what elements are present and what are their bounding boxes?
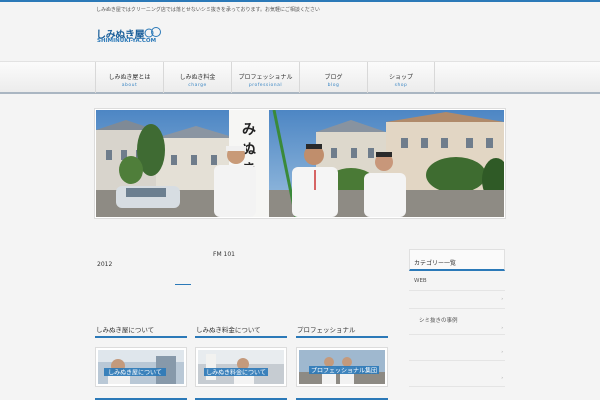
site-tagline: しみぬき屋ではクリーニング店では落とせないシミ抜きを承っております。お気軽にご相… — [96, 7, 320, 13]
nav-label: しみぬき料金 — [179, 74, 216, 81]
nav-label: しみぬき屋とは — [108, 74, 151, 81]
nav-item-about[interactable]: しみぬき屋とは about — [95, 62, 163, 93]
sidebar-item-web[interactable]: WEB — [409, 271, 505, 291]
sidebar-item[interactable]: › — [409, 361, 505, 387]
chevron-right-icon: › — [501, 325, 503, 330]
site-logo[interactable]: しみぬき屋 SHIMINUKI-YA.COM — [96, 26, 166, 48]
card-image[interactable]: プロフェッショナル集団 — [296, 347, 388, 387]
nav-item-charge[interactable]: しみぬき料金 charge — [163, 62, 231, 93]
nav-sublabel: about — [121, 83, 138, 88]
card-photo: しみぬき屋について — [98, 350, 184, 384]
site-header: しみぬき屋ではクリーニング店では落とせないシミ抜きを承っております。お気軽にご相… — [0, 2, 600, 62]
link-underline[interactable] — [175, 284, 191, 285]
card-image[interactable]: しみぬき料金について — [195, 347, 287, 387]
card-photo: しみぬき料金について — [198, 350, 284, 384]
card-banner-text: しみぬき屋について — [108, 370, 162, 377]
nav-item-shop[interactable]: ショップ shop — [367, 62, 435, 93]
card-divider — [195, 336, 287, 338]
svg-text:み: み — [242, 122, 256, 138]
card-title: しみぬき屋について — [96, 326, 155, 334]
nav-label: ショップ — [388, 74, 413, 81]
chevron-right-icon: › — [501, 349, 503, 354]
nav-sublabel: professional — [248, 83, 283, 88]
chevron-right-icon: › — [501, 375, 503, 380]
radio-text: FM 101 — [213, 251, 235, 258]
nav-sublabel: charge — [188, 83, 207, 88]
global-nav: しみぬき屋とは about しみぬき料金 charge プロフェッショナル pr… — [0, 61, 600, 94]
water-drop-icon — [144, 27, 161, 38]
chevron-right-icon: › — [501, 296, 503, 301]
card-image[interactable]: しみぬき屋について — [95, 347, 187, 387]
hero-photo: み ぬ き 屋 — [96, 110, 504, 217]
card-banner-text: しみぬき料金について — [206, 369, 266, 377]
sidebar-item-label: シミ抜きの事例 — [419, 318, 458, 324]
card-about[interactable]: しみぬき屋について しみぬき屋について — [95, 324, 187, 400]
nav-item-professional[interactable]: プロフェッショナル professional — [231, 62, 299, 93]
sidebar-item-cases[interactable]: シミ抜きの事例 › — [409, 309, 505, 335]
nav-label: ブログ — [324, 74, 343, 81]
card-photo: プロフェッショナル集団 — [299, 350, 385, 384]
card-title: しみぬき料金について — [196, 326, 261, 334]
nav-sublabel: shop — [394, 83, 408, 88]
hero-image: み ぬ き 屋 — [94, 108, 506, 219]
sidebar-heading: カテゴリー一覧 — [409, 249, 505, 271]
nav-item-blog[interactable]: ブログ blog — [299, 62, 367, 93]
sidebar-item[interactable]: › — [409, 335, 505, 361]
card-divider — [95, 336, 187, 338]
sidebar-item-label: WEB — [414, 278, 427, 284]
card-professional[interactable]: プロフェッショナル プロフェッショナル集団 — [296, 324, 388, 400]
card-banner-text: プロフェッショナル集団 — [311, 367, 377, 375]
nav-label: プロフェッショナル — [238, 74, 293, 81]
sidebar-item[interactable]: › — [409, 291, 505, 309]
nav-sublabel: blog — [327, 83, 340, 88]
sidebar: カテゴリー一覧 WEB › シミ抜きの事例 › › › — [409, 249, 505, 387]
card-title: プロフェッショナル — [297, 326, 356, 334]
year-text: 2012 — [97, 261, 113, 268]
card-charge[interactable]: しみぬき料金について しみぬき料金について — [195, 324, 287, 400]
card-divider — [296, 336, 388, 338]
